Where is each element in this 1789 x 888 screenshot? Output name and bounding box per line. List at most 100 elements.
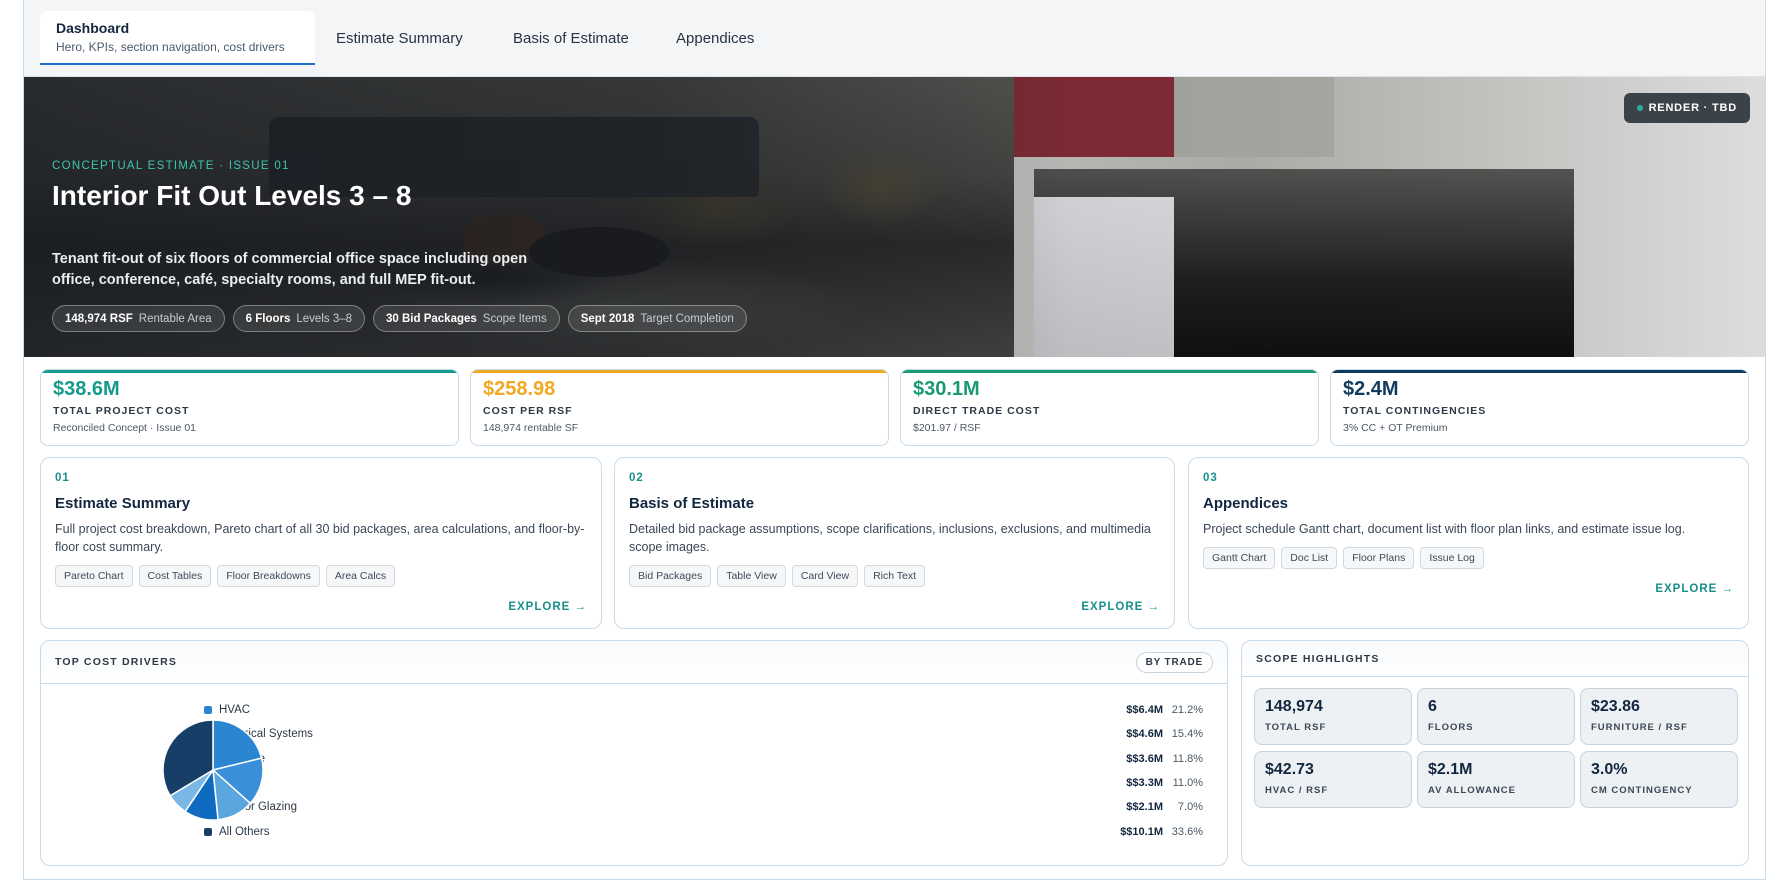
stat-floors: 6 FLOORS	[1417, 688, 1575, 745]
tag: Gantt Chart	[1203, 547, 1276, 569]
pill-value: 30 Bid Packages	[386, 312, 477, 325]
kpi-sub: 3% CC + OT Premium	[1343, 422, 1448, 434]
tag: Doc List	[1281, 547, 1338, 569]
stat-label: HVAC / RSF	[1265, 785, 1329, 796]
kpi-label: TOTAL CONTINGENCIES	[1343, 405, 1487, 417]
pill-value: Sept 2018	[580, 312, 635, 325]
driver-percent: 11.0%	[1172, 776, 1203, 789]
stat-value: 3.0%	[1591, 761, 1628, 778]
tab-appendices[interactable]: Appendices	[660, 11, 770, 65]
section-card-appendices[interactable]: 03 Appendices Project schedule Gantt cha…	[1188, 457, 1749, 629]
stat-label: FURNITURE / RSF	[1591, 722, 1688, 733]
stat-value: $42.73	[1265, 761, 1314, 778]
section-number: 03	[1203, 472, 1218, 484]
stat-value: 6	[1428, 698, 1437, 715]
tag: Card View	[791, 565, 859, 587]
cost-drivers-header: TOP COST DRIVERS BY TRADE	[41, 641, 1227, 684]
pill-label: Rentable Area	[138, 312, 212, 325]
scope-highlights-header: SCOPE HIGHLIGHTS	[1242, 641, 1748, 677]
tag: Cost Tables	[138, 565, 212, 587]
section-description: Detailed bid package assumptions, scope …	[629, 522, 1151, 554]
kpi-sub: Reconciled Concept · Issue 01	[53, 422, 196, 434]
status-dot-icon	[1636, 105, 1643, 111]
explore-link[interactable]: EXPLORE →	[1655, 583, 1734, 595]
cost-drivers-title: TOP COST DRIVERS	[55, 656, 178, 668]
pill-bid-packages: 30 Bid Packages Scope Items	[373, 305, 560, 332]
kpi-value: $38.6M	[53, 378, 120, 400]
stat-value: $2.1M	[1428, 761, 1473, 778]
stat-total-rsf: 148,974 TOTAL RSF	[1254, 688, 1412, 745]
section-title: Appendices	[1203, 495, 1289, 512]
section-title: Basis of Estimate	[629, 495, 755, 512]
section-tags: Gantt Chart Doc List Floor Plans Issue L…	[1203, 547, 1734, 569]
explore-link[interactable]: EXPLORE →	[508, 601, 587, 613]
kpi-total-project-cost: $38.6M TOTAL PROJECT COST Reconciled Con…	[40, 369, 459, 446]
kpi-value: $2.4M	[1343, 378, 1399, 400]
pill-value: 6 Floors	[245, 312, 291, 325]
kpi-total-contingencies: $2.4M TOTAL CONTINGENCIES 3% CC + OT Pre…	[1330, 369, 1749, 446]
section-number: 02	[629, 472, 644, 484]
tag: Table View	[717, 565, 786, 587]
tab-label: Appendices	[676, 29, 755, 47]
tab-bar: Dashboard Hero, KPIs, section navigation…	[24, 0, 1765, 77]
section-tags: Bid Packages Table View Card View Rich T…	[629, 565, 1160, 587]
stat-cm-contingency: 3.0% CM CONTINGENCY	[1580, 751, 1738, 808]
hero-pills: 148,974 RSF Rentable Area 6 Floors Level…	[52, 305, 747, 332]
tag: Pareto Chart	[55, 565, 133, 587]
driver-amount: $$2.1M	[1126, 801, 1163, 814]
stat-value: 148,974	[1265, 698, 1323, 715]
driver-value-row: $$4.6M 15.4%	[1126, 728, 1203, 740]
kpi-direct-trade-cost: $30.1M DIRECT TRADE COST $201.97 / RSF	[900, 369, 1319, 446]
driver-percent: 7.0%	[1177, 801, 1203, 814]
tag: Bid Packages	[629, 565, 712, 587]
stat-hvac-rsf: $42.73 HVAC / RSF	[1254, 751, 1412, 808]
hero-title: Interior Fit Out Levels 3 – 8	[52, 180, 412, 211]
driver-value-row: $$2.1M 7.0%	[1126, 801, 1203, 813]
kpi-value: $258.98	[483, 378, 556, 400]
pill-completion: Sept 2018 Target Completion	[567, 305, 747, 332]
tab-label: Estimate Summary	[336, 29, 463, 47]
driver-amount: $$3.3M	[1126, 776, 1163, 789]
section-card-basis-of-estimate[interactable]: 02 Basis of Estimate Detailed bid packag…	[614, 457, 1175, 629]
tab-dashboard[interactable]: Dashboard Hero, KPIs, section navigation…	[40, 11, 315, 65]
dashboard-frame: Dashboard Hero, KPIs, section navigation…	[23, 0, 1766, 880]
stat-label: AV ALLOWANCE	[1428, 785, 1516, 796]
kpi-label: TOTAL PROJECT COST	[53, 405, 190, 417]
pill-label: Scope Items	[482, 312, 547, 325]
section-title: Estimate Summary	[55, 495, 191, 512]
scope-highlights-panel: SCOPE HIGHLIGHTS 148,974 TOTAL RSF 6 FLO…	[1241, 640, 1749, 866]
pill-value: 148,974 RSF	[65, 312, 133, 325]
tag: Area Calcs	[325, 565, 396, 587]
kpi-cost-per-rsf: $258.98 COST PER RSF 148,974 rentable SF	[470, 369, 889, 446]
stat-label: FLOORS	[1428, 722, 1474, 733]
driver-amount: $$3.6M	[1126, 752, 1163, 765]
by-trade-toggle[interactable]: BY TRADE	[1135, 651, 1213, 673]
driver-value-row: $$10.1M 33.6%	[1120, 826, 1203, 838]
tag: Floor Plans	[1343, 547, 1415, 569]
stat-furniture-rsf: $23.86 FURNITURE / RSF	[1580, 688, 1738, 745]
kpi-sub: 148,974 rentable SF	[483, 422, 579, 434]
tab-basis-of-estimate[interactable]: Basis of Estimate	[497, 11, 645, 65]
kpi-accent-bar	[901, 370, 1318, 373]
hero-banner: RENDER · TBD CONCEPTUAL ESTIMATE · ISSUE…	[24, 77, 1765, 357]
stat-label: CM CONTINGENCY	[1591, 785, 1693, 796]
driver-percent: 21.2%	[1171, 704, 1203, 716]
driver-percent: 11.8%	[1172, 752, 1203, 765]
driver-amount: $$6.4M	[1126, 704, 1163, 716]
driver-value-row: $$3.3M 11.0%	[1126, 777, 1203, 789]
stat-av-allowance: $2.1M AV ALLOWANCE	[1417, 751, 1575, 808]
section-tags: Pareto Chart Cost Tables Floor Breakdown…	[55, 565, 587, 587]
tab-estimate-summary[interactable]: Estimate Summary	[320, 11, 479, 65]
cost-drivers-pie	[162, 719, 264, 821]
scope-highlights-title: SCOPE HIGHLIGHTS	[1256, 652, 1380, 665]
section-card-estimate-summary[interactable]: 01 Estimate Summary Full project cost br…	[40, 457, 602, 629]
stat-value: $23.86	[1591, 698, 1640, 715]
tag: Rich Text	[864, 565, 926, 587]
hero-description: Tenant fit-out of six floors of commerci…	[52, 251, 528, 288]
tab-subtitle: Hero, KPIs, section navigation, cost dri…	[56, 40, 285, 54]
kpi-accent-bar	[471, 370, 888, 373]
tab-label: Dashboard	[56, 20, 130, 36]
pill-label: Levels 3–8	[296, 312, 353, 325]
kpi-label: COST PER RSF	[483, 405, 573, 417]
explore-link[interactable]: EXPLORE →	[1081, 601, 1160, 613]
